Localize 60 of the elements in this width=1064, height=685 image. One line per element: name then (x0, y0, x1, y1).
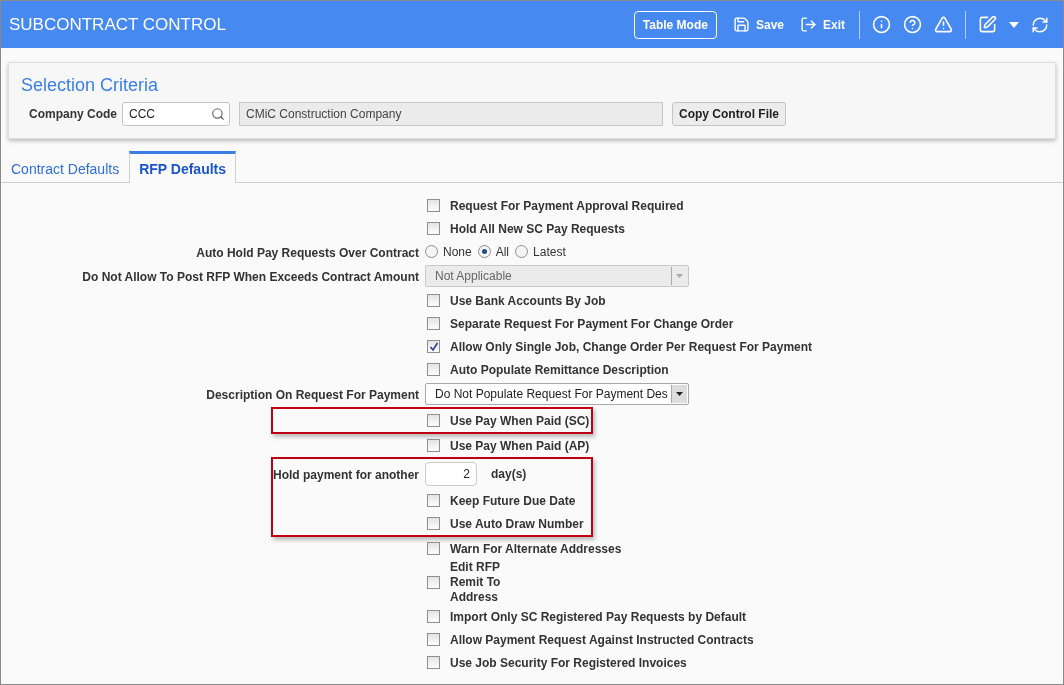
checkbox[interactable] (427, 576, 440, 589)
caret-icon (676, 274, 683, 278)
checkbox[interactable] (427, 363, 440, 376)
copy-control-file-button[interactable]: Copy Control File (672, 102, 786, 126)
save-button[interactable]: Save (724, 16, 792, 33)
radio-dot-icon (481, 249, 487, 254)
check-icon (428, 341, 439, 352)
unit-label: day(s) (491, 467, 527, 481)
checkbox[interactable] (427, 222, 440, 235)
caret-icon (676, 392, 683, 396)
panel-title: Selection Criteria (21, 75, 160, 96)
checkbox[interactable] (427, 656, 440, 669)
checkbox[interactable] (427, 439, 440, 452)
checkbox-label: Use Bank Accounts By Job (450, 293, 606, 308)
checkbox-label: Allow Payment Request Against Instructed Contracts (450, 632, 754, 647)
exit-button[interactable]: Exit (792, 16, 853, 33)
checkbox-label: Use Job Security For Registered Invoices (450, 655, 687, 670)
checkbox-label: Import Only SC Registered Pay Requests by Default (450, 609, 747, 624)
checkbox-label: Allow Only Single Job, Change Order Per Request For Payment (450, 339, 813, 354)
field-label: Company Code (29, 107, 117, 121)
radio-button[interactable] (515, 245, 529, 258)
checkbox[interactable] (427, 414, 440, 427)
radio-label: Latest (533, 244, 566, 259)
table-mode-button[interactable]: Table Mode (633, 10, 717, 39)
company-name-field: CMiC Construction Company (239, 102, 663, 126)
number-field[interactable]: 2 (425, 462, 477, 486)
tab[interactable]: RFP Defaults (129, 151, 237, 183)
checkbox-label: Use Auto Draw Number (450, 516, 584, 531)
field-label: Description On Request For Payment (206, 388, 419, 402)
checkbox[interactable] (427, 610, 440, 623)
company-code-field[interactable]: CCC (122, 102, 230, 126)
radio-button[interactable] (477, 245, 491, 258)
radio-label: All (495, 244, 510, 259)
field-label: Do Not Allow To Post RFP When Exceeds Contract Amount (82, 270, 419, 284)
checkbox-label: Use Pay When Paid (SC) (450, 413, 590, 428)
checkbox[interactable] (427, 494, 440, 507)
search-icon[interactable] (211, 107, 225, 121)
radio-label: None (443, 244, 472, 259)
tab[interactable]: Contract Defaults (1, 151, 130, 183)
checkbox[interactable] (427, 317, 440, 330)
field-label: Hold payment for another (273, 468, 419, 482)
checkbox[interactable] (427, 340, 440, 353)
checkbox-label: Auto Populate Remittance Description (450, 362, 669, 377)
checkbox[interactable] (427, 517, 440, 530)
checkbox-label: Keep Future Due Date (450, 493, 576, 508)
checkbox-label: Separate Request For Payment For Change Order (450, 316, 734, 331)
checkbox-label: Edit RFP Remit To Address (450, 560, 502, 605)
checkbox-label: Warn For Alternate Addresses (450, 541, 622, 556)
checkbox[interactable] (427, 542, 440, 555)
checkbox[interactable] (427, 199, 440, 212)
dropdown[interactable]: Do Not Populate Request For Payment Des (425, 383, 689, 405)
checkbox[interactable] (427, 294, 440, 307)
field-label: Auto Hold Pay Requests Over Contract (196, 245, 419, 260)
checkbox-label: Request For Payment Approval Required (450, 198, 684, 213)
checkbox-label: Use Pay When Paid (AP) (450, 438, 590, 453)
checkbox-label: Hold All New SC Pay Requests (450, 221, 625, 236)
radio-button[interactable] (425, 245, 438, 258)
exit-icon (800, 16, 817, 33)
window-title: SUBCONTRACT CONTROL (9, 14, 227, 35)
checkbox[interactable] (427, 633, 440, 646)
